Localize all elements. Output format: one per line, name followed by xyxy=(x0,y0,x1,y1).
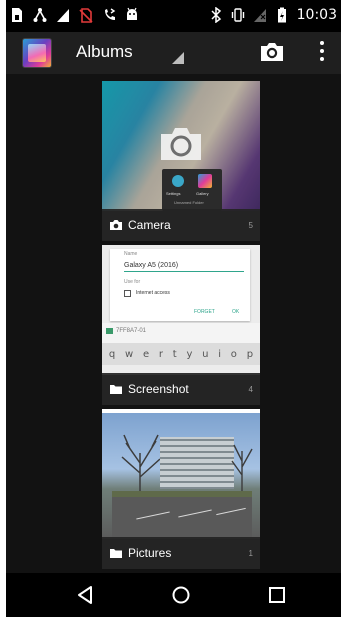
dialog-button-label: FORGET xyxy=(194,309,215,315)
page-title[interactable]: Albums xyxy=(76,42,133,62)
folder-icon xyxy=(110,385,122,394)
dialog-value: Galaxy A5 (2016) xyxy=(124,262,179,269)
no-signal-icon xyxy=(253,9,266,22)
key: q xyxy=(108,348,116,360)
album-screenshot[interactable]: Name Galaxy A5 (2016) Use for Internet a… xyxy=(102,245,260,405)
app-popup: Settings Gallery Unnamed Folder xyxy=(162,169,222,211)
album-label-bar: Pictures 1 xyxy=(102,537,260,569)
album-label-bar: Screenshot 4 xyxy=(102,373,260,405)
popup-caption: Unnamed Folder xyxy=(174,200,204,205)
dialog-label: Use for xyxy=(124,279,141,285)
bluetooth-icon xyxy=(211,7,221,23)
key: t xyxy=(172,348,177,360)
signal-icon xyxy=(57,9,69,22)
navigation-bar xyxy=(6,573,341,617)
key: w xyxy=(125,348,134,360)
album-name: Pictures xyxy=(128,546,172,560)
call-forward-icon xyxy=(105,8,116,20)
home-icon[interactable] xyxy=(170,584,192,606)
key: i xyxy=(218,348,222,360)
parking-lot-image xyxy=(112,497,252,539)
gallery-app-icon[interactable] xyxy=(22,38,52,68)
dialog-label: Name xyxy=(124,251,138,257)
popup-label: Gallery xyxy=(196,191,209,196)
key: y xyxy=(186,348,193,360)
album-thumbnail xyxy=(102,409,260,539)
key: u xyxy=(202,348,209,360)
key: r xyxy=(158,348,163,360)
battery-icon xyxy=(277,7,286,23)
gallery-screen: 10:03 Albums Settings Gallery Unnamed Fo… xyxy=(6,0,341,617)
settings-icon xyxy=(172,175,184,187)
keyboard-preview: q w e r t y u i o p xyxy=(102,343,260,365)
key: o xyxy=(230,348,237,360)
overflow-menu-icon[interactable] xyxy=(318,40,326,64)
camera-icon xyxy=(161,128,201,160)
camera-icon[interactable] xyxy=(259,40,285,64)
back-icon[interactable] xyxy=(74,584,96,606)
album-camera[interactable]: Settings Gallery Unnamed Folder Camera 5 xyxy=(102,81,260,241)
recents-icon[interactable] xyxy=(266,584,288,606)
key: e xyxy=(142,348,150,360)
album-count: 5 xyxy=(248,220,253,230)
wifi-id: 7FF8A7-01 xyxy=(116,328,147,334)
sim-card-icon xyxy=(12,8,22,22)
popup-label: Settings xyxy=(166,191,181,196)
album-pictures[interactable]: Pictures 1 xyxy=(102,409,260,569)
android-icon xyxy=(127,7,137,20)
office-building-image xyxy=(160,437,234,489)
gallery-app-icon xyxy=(198,174,212,188)
wifi-icon xyxy=(106,328,113,334)
album-list: Settings Gallery Unnamed Folder Camera 5… xyxy=(6,74,341,573)
status-time: 10:03 xyxy=(296,7,337,23)
dialog-label: Internet access xyxy=(136,290,170,296)
status-bar: 10:03 xyxy=(6,0,341,32)
action-bar: Albums xyxy=(6,32,341,74)
wifi-row-preview: 7FF8A7-01 xyxy=(102,323,260,343)
trees-image xyxy=(121,434,161,497)
album-count: 1 xyxy=(248,548,253,558)
camera-icon xyxy=(110,220,122,230)
no-sim-icon xyxy=(79,8,93,23)
trees-image xyxy=(231,444,253,495)
album-name: Camera xyxy=(128,218,171,232)
album-thumbnail: Name Galaxy A5 (2016) Use for Internet a… xyxy=(102,245,260,375)
album-label-bar: Camera 5 xyxy=(102,209,260,241)
vibrate-icon xyxy=(231,8,244,22)
folder-icon xyxy=(110,549,122,558)
album-thumbnail: Settings Gallery Unnamed Folder xyxy=(102,81,260,211)
checkbox-icon xyxy=(124,290,131,297)
dropdown-triangle-icon[interactable] xyxy=(172,52,184,64)
dialog-button-label: OK xyxy=(232,309,240,315)
usb-debug-icon xyxy=(33,8,47,22)
album-name: Screenshot xyxy=(128,382,189,396)
key: p xyxy=(246,348,254,360)
album-count: 4 xyxy=(248,384,253,394)
wifi-dialog-preview: Name Galaxy A5 (2016) Use for Internet a… xyxy=(110,249,250,321)
